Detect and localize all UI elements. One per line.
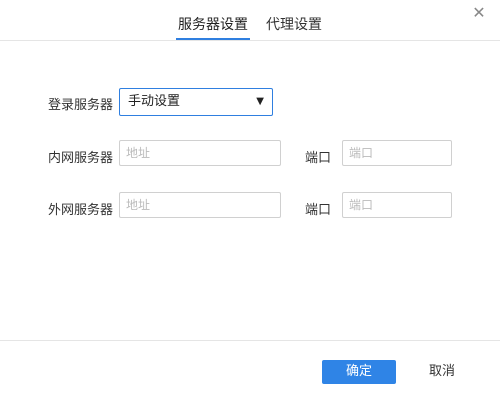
extranet-server-label: 外网服务器 bbox=[48, 203, 114, 218]
tab-proxy-settings[interactable]: 代理设置 bbox=[264, 12, 324, 38]
extranet-address-input[interactable]: 地址 bbox=[119, 192, 281, 218]
confirm-button[interactable]: 确定 bbox=[322, 360, 396, 384]
intranet-server-label: 内网服务器 bbox=[48, 151, 114, 166]
header-divider bbox=[0, 40, 500, 41]
footer-divider bbox=[0, 340, 500, 341]
tab-server-settings[interactable]: 服务器设置 bbox=[176, 12, 250, 40]
caret-down-icon: ▼ bbox=[256, 96, 264, 107]
extranet-port-input[interactable]: 端口 bbox=[342, 192, 452, 218]
login-server-label: 登录服务器 bbox=[48, 98, 114, 113]
login-server-select[interactable]: 手动设置 ▼ bbox=[119, 88, 273, 116]
server-settings-dialog: ✕ 服务器设置 代理设置 登录服务器 手动设置 ▼ 内网服务器 地址 端口 端口… bbox=[0, 0, 500, 400]
login-server-selected-value: 手动设置 bbox=[128, 94, 181, 109]
intranet-address-input[interactable]: 地址 bbox=[119, 140, 281, 166]
intranet-port-input[interactable]: 端口 bbox=[342, 140, 452, 166]
tab-bar: 服务器设置 代理设置 bbox=[0, 12, 500, 40]
intranet-port-label: 端口 bbox=[305, 151, 332, 166]
extranet-port-label: 端口 bbox=[305, 203, 332, 218]
cancel-button[interactable]: 取消 bbox=[412, 360, 472, 384]
